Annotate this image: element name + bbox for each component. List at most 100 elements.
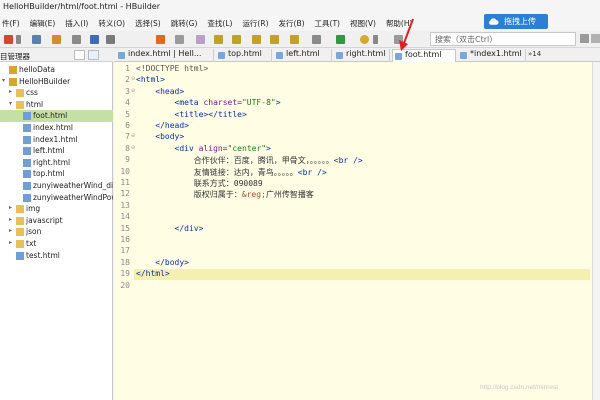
chevron-right-icon[interactable]: ▸: [9, 239, 12, 246]
tab-right-html[interactable]: right.html: [334, 49, 390, 62]
tab-overflow-button[interactable]: »14: [528, 50, 541, 58]
align-left-icon[interactable]: [214, 35, 223, 44]
align-center-icon[interactable]: [232, 35, 241, 44]
code-line[interactable]: [136, 281, 592, 292]
code-line[interactable]: 友情链接：达内，青鸟。。。。。<br />: [136, 167, 592, 178]
tab-index1-html[interactable]: *index1.html: [458, 49, 526, 62]
bookmark-icon[interactable]: [156, 35, 165, 44]
code-line[interactable]: <body>: [136, 132, 592, 143]
tree-item[interactable]: right.html: [0, 157, 113, 169]
cloud-icon: [489, 18, 499, 25]
code-line[interactable]: </html>: [134, 269, 590, 281]
outdent-icon[interactable]: [290, 35, 299, 44]
html-file-icon: [23, 182, 31, 190]
tree-item[interactable]: ▸ txt: [0, 238, 113, 250]
code-token: </head>: [155, 121, 189, 130]
browser-icon[interactable]: [360, 35, 369, 44]
save-all-icon[interactable]: [52, 35, 61, 44]
tab-left-html[interactable]: left.html: [274, 49, 332, 62]
fold-toggle-icon[interactable]: ⊖: [131, 76, 135, 82]
menu-item[interactable]: 跳转(G): [169, 18, 198, 29]
chevron-right-icon[interactable]: ▸: [9, 88, 12, 95]
code-line[interactable]: <div align="center">: [136, 144, 592, 155]
tree-item[interactable]: test.html: [0, 250, 113, 262]
menu-item[interactable]: 查找(L): [205, 18, 232, 29]
menu-item[interactable]: 工具(T): [313, 18, 340, 29]
outline-icon[interactable]: [175, 35, 184, 44]
chevron-down-icon[interactable]: ▾: [2, 77, 5, 84]
comment-icon[interactable]: [312, 35, 321, 44]
tab-index-html-hell[interactable]: index.html | Hell...: [116, 49, 214, 62]
new-icon[interactable]: [4, 35, 13, 44]
code-line[interactable]: [136, 212, 592, 223]
collapse-all-icon[interactable]: [74, 50, 85, 60]
menu-item[interactable]: 运行(R): [240, 18, 268, 29]
dropdown-icon[interactable]: [373, 35, 378, 44]
tree-item-label: right.html: [33, 157, 71, 167]
code-line[interactable]: 版权归属于：&reg;广州传智播客: [136, 189, 592, 200]
menu-item[interactable]: 转义(O): [96, 18, 125, 29]
tree-item[interactable]: index1.html: [0, 134, 113, 146]
menu-item[interactable]: 编辑(E): [28, 18, 56, 29]
code-line[interactable]: </div>: [136, 224, 592, 235]
tree-item[interactable]: zunyiweatherWind_dir: [0, 180, 113, 192]
tree-item[interactable]: left.html: [0, 145, 113, 157]
run-icon[interactable]: [336, 35, 345, 44]
indent-icon[interactable]: [270, 35, 279, 44]
code-line[interactable]: <!DOCTYPE html>: [136, 64, 592, 75]
code-editor[interactable]: 1 2 ⊖ 3 ⊖ 4 5 6 7 ⊖ 8 ⊖ 9 10 11 12 13 14 15 16 17 18 19 20 <!DO…: [114, 62, 592, 400]
code-token: <br />: [297, 167, 327, 177]
fold-toggle-icon[interactable]: ⊖: [131, 145, 135, 151]
tree-item[interactable]: ▾ html: [0, 99, 113, 111]
chevron-down-icon[interactable]: ▾: [9, 100, 12, 107]
menu-item[interactable]: 发行(B): [277, 18, 305, 29]
layout-alt-icon[interactable]: [591, 34, 600, 43]
menu-item[interactable]: 视图(V): [348, 18, 376, 29]
tree-item[interactable]: helloData: [0, 64, 113, 76]
format-icon[interactable]: [196, 35, 205, 44]
cut-icon[interactable]: [72, 35, 81, 44]
code-line[interactable]: [136, 246, 592, 257]
tree-item[interactable]: ▸ img: [0, 203, 113, 215]
code-line[interactable]: </body>: [136, 258, 592, 269]
menu-item[interactable]: 选择(S): [133, 18, 161, 29]
layout-icon[interactable]: [580, 34, 589, 43]
menu-item[interactable]: 件(F): [0, 18, 20, 29]
tree-item[interactable]: ▸ json: [0, 226, 113, 238]
fold-toggle-icon[interactable]: ⊖: [131, 133, 135, 139]
upload-button[interactable]: 拖拽上传: [484, 14, 548, 29]
tree-item[interactable]: ▾ HelloHBuilder: [0, 76, 113, 88]
chevron-right-icon[interactable]: ▸: [9, 216, 12, 223]
code-line[interactable]: [136, 235, 592, 246]
dropdown-icon[interactable]: [16, 35, 21, 44]
tree-item[interactable]: foot.html: [0, 110, 113, 122]
search-input[interactable]: 搜索（双击Ctrl）: [430, 32, 576, 46]
align-right-icon[interactable]: [252, 35, 261, 44]
code-line[interactable]: </head>: [136, 121, 592, 132]
fold-toggle-icon[interactable]: ⊖: [131, 88, 135, 94]
code-line[interactable]: <meta charset="UTF-8">: [136, 98, 592, 109]
code-token: <br />: [333, 156, 363, 166]
save-icon[interactable]: [32, 35, 41, 44]
undo-icon[interactable]: [90, 35, 99, 44]
tree-item[interactable]: ▸ css: [0, 87, 113, 99]
tab-top-html[interactable]: top.html: [216, 49, 272, 62]
tree-item[interactable]: index.html: [0, 122, 113, 134]
tree-item[interactable]: top.html: [0, 168, 113, 180]
link-editor-icon[interactable]: [88, 50, 99, 60]
code-line[interactable]: [136, 201, 592, 212]
redo-icon[interactable]: [106, 35, 115, 44]
editor-scrollbar[interactable]: [592, 62, 600, 400]
html-file-icon: [23, 193, 31, 202]
code-line[interactable]: <html>: [136, 75, 592, 86]
line-number: 11: [120, 178, 130, 187]
code-line[interactable]: 联系方式：090089: [136, 178, 592, 189]
code-line[interactable]: 合作伙伴：百度，腾讯，甲骨文，。。。。。<br />: [136, 155, 592, 166]
code-line[interactable]: <head>: [136, 87, 592, 98]
tree-item[interactable]: ▸ javascript: [0, 215, 113, 227]
code-line[interactable]: <title></title>: [136, 110, 592, 121]
chevron-right-icon[interactable]: ▸: [9, 204, 12, 211]
chevron-right-icon[interactable]: ▸: [9, 227, 12, 234]
tree-item[interactable]: zunyiweatherWindPow: [0, 192, 113, 204]
menu-item[interactable]: 插入(I): [63, 18, 88, 29]
